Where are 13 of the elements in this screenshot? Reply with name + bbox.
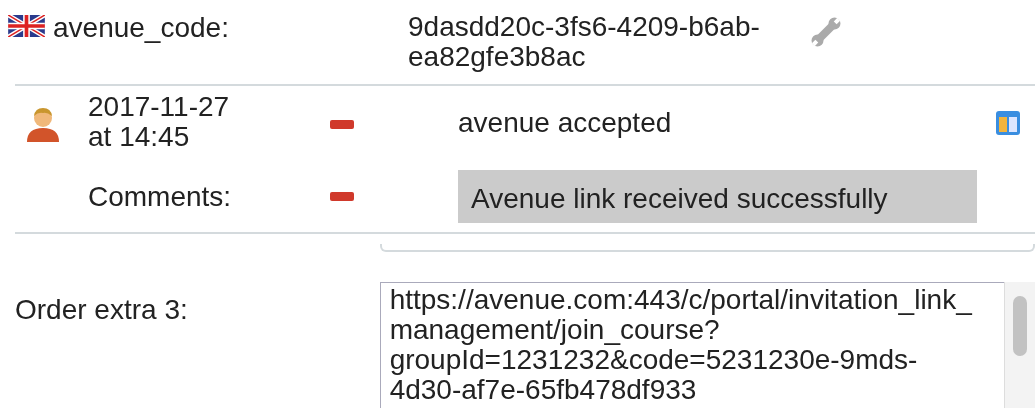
user-icon	[25, 106, 61, 144]
field-value: 9dasdd20c-3fs6-4209-b6ab-ea82gfe3b8ac	[408, 12, 761, 72]
field-label: Order extra 3:	[15, 294, 189, 326]
remove-icon[interactable]	[330, 192, 354, 201]
status-text: avenue accepted	[458, 107, 673, 139]
uk-flag-icon	[8, 15, 45, 37]
history-date: 2017-11-27 at 14:45	[88, 92, 231, 152]
comments-label: Comments:	[88, 180, 233, 213]
comment-text: Avenue link received successfully	[458, 170, 977, 223]
scrollbar[interactable]	[1004, 282, 1035, 408]
remove-icon[interactable]	[330, 120, 354, 129]
window-icon[interactable]	[995, 110, 1021, 136]
field-label: avenue_code:	[53, 12, 230, 44]
